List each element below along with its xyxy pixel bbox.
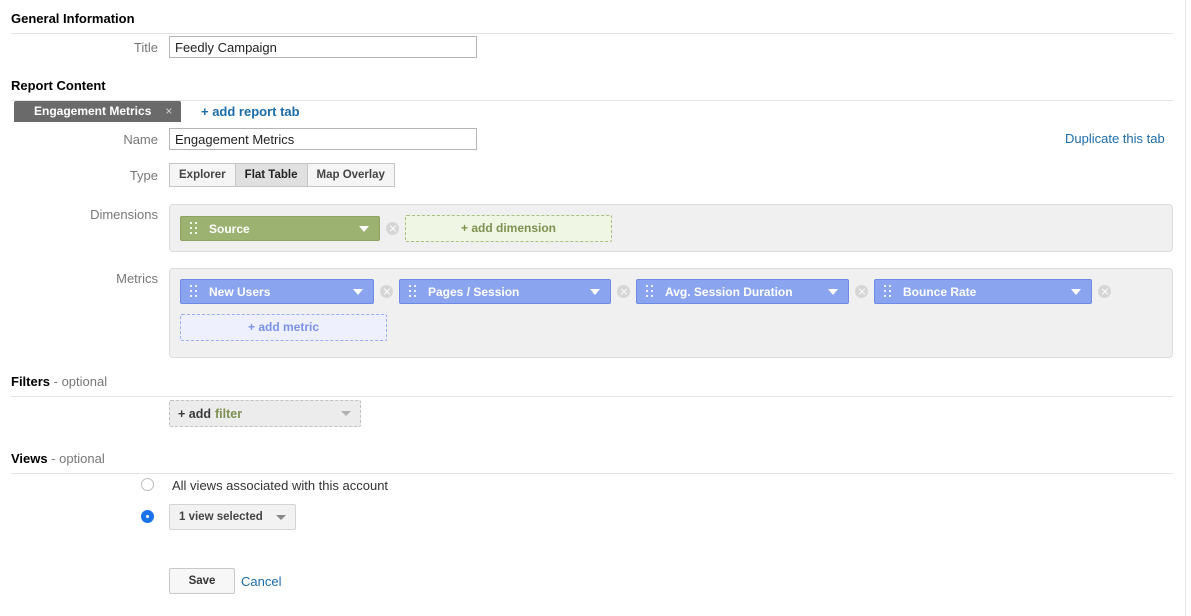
- drag-handle-icon[interactable]: [406, 285, 420, 298]
- metric-chip-pages-per-session[interactable]: Pages / Session: [399, 279, 611, 304]
- general-information-heading-text: General Information: [11, 11, 135, 26]
- cancel-button[interactable]: Cancel: [241, 574, 281, 589]
- remove-metric-icon[interactable]: [617, 285, 630, 298]
- chevron-down-icon[interactable]: [353, 288, 363, 295]
- report-tab-engagement-metrics[interactable]: Engagement Metrics ×: [14, 101, 182, 122]
- metrics-label: Metrics: [116, 271, 158, 286]
- remove-metric-icon[interactable]: [380, 285, 393, 298]
- filters-optional-text: - optional: [50, 374, 108, 389]
- metric-chip-new-users[interactable]: New Users: [180, 279, 374, 304]
- remove-metric-icon[interactable]: [1098, 285, 1111, 298]
- radio-selected-views[interactable]: [141, 510, 154, 523]
- drag-handle-icon[interactable]: [643, 285, 657, 298]
- page-right-edge-divider: [1185, 0, 1186, 616]
- duplicate-tab-link[interactable]: Duplicate this tab: [1065, 131, 1165, 146]
- radio-all-views-label: All views associated with this account: [172, 478, 389, 493]
- type-option-explorer[interactable]: Explorer: [169, 163, 235, 187]
- report-content-heading: Report Content: [11, 78, 1173, 101]
- drag-handle-icon[interactable]: [187, 222, 201, 235]
- add-filter-word: filter: [215, 406, 243, 421]
- filters-heading: Filters - optional: [11, 374, 1173, 397]
- chevron-down-icon[interactable]: [341, 411, 351, 416]
- title-label: Title: [133, 40, 158, 55]
- drag-handle-icon[interactable]: [881, 285, 895, 298]
- type-option-map-overlay[interactable]: Map Overlay: [306, 163, 395, 187]
- add-dimension-button[interactable]: + add dimension: [405, 215, 612, 242]
- type-label: Type: [129, 168, 158, 183]
- close-icon[interactable]: ×: [165, 101, 172, 122]
- report-tab-label: Engagement Metrics: [34, 104, 152, 118]
- dimension-chip-source[interactable]: Source: [180, 216, 380, 241]
- add-report-tab-button[interactable]: + add report tab: [201, 104, 300, 119]
- view-select-label: 1 view selected: [179, 511, 263, 523]
- metrics-panel: New Users Pages / Session Avg. Session D…: [169, 268, 1173, 358]
- dimensions-panel: Source + add dimension: [169, 204, 1173, 252]
- save-button[interactable]: Save: [169, 568, 235, 594]
- drag-handle-icon[interactable]: [187, 285, 201, 298]
- dimension-chip-label: Source: [209, 221, 250, 236]
- metric-chip-label: Bounce Rate: [903, 284, 977, 299]
- metrics-chip-row: New Users Pages / Session Avg. Session D…: [180, 279, 1162, 304]
- metric-chip-label: New Users: [209, 284, 271, 299]
- filters-heading-text: Filters: [11, 374, 51, 389]
- chevron-down-icon[interactable]: [359, 225, 369, 232]
- chevron-down-icon[interactable]: [590, 288, 600, 295]
- general-information-heading: General Information: [11, 11, 1173, 34]
- chevron-down-icon[interactable]: [1071, 288, 1081, 295]
- tab-name-input[interactable]: [169, 128, 477, 150]
- views-heading-text: Views: [11, 451, 48, 466]
- metric-chip-avg-session-duration[interactable]: Avg. Session Duration: [636, 279, 849, 304]
- views-optional-text: - optional: [47, 451, 105, 466]
- add-filter-dropdown[interactable]: + add filter: [169, 400, 361, 427]
- report-editor-page: General Information Title Report Content…: [0, 0, 1191, 616]
- chevron-down-icon[interactable]: [828, 288, 838, 295]
- report-content-heading-text: Report Content: [11, 78, 106, 93]
- chevron-down-icon[interactable]: [275, 514, 286, 520]
- metric-chip-label: Pages / Session: [428, 284, 520, 299]
- metric-chip-label: Avg. Session Duration: [665, 284, 793, 299]
- views-heading: Views - optional: [11, 451, 1173, 474]
- title-input[interactable]: [169, 36, 477, 58]
- metric-chip-bounce-rate[interactable]: Bounce Rate: [874, 279, 1092, 304]
- type-segmented-control: Explorer Flat Table Map Overlay: [169, 163, 395, 187]
- type-option-flat-table[interactable]: Flat Table: [234, 163, 307, 187]
- radio-all-views[interactable]: [141, 478, 154, 491]
- dimensions-chip-row: Source + add dimension: [180, 215, 1162, 242]
- add-metric-button[interactable]: + add metric: [180, 314, 387, 341]
- dimensions-label: Dimensions: [90, 207, 158, 222]
- tab-name-label: Name: [123, 132, 158, 147]
- add-filter-prefix: + add: [178, 406, 211, 421]
- view-select-dropdown[interactable]: 1 view selected: [169, 504, 296, 530]
- remove-metric-icon[interactable]: [855, 285, 868, 298]
- remove-dimension-icon[interactable]: [386, 222, 399, 235]
